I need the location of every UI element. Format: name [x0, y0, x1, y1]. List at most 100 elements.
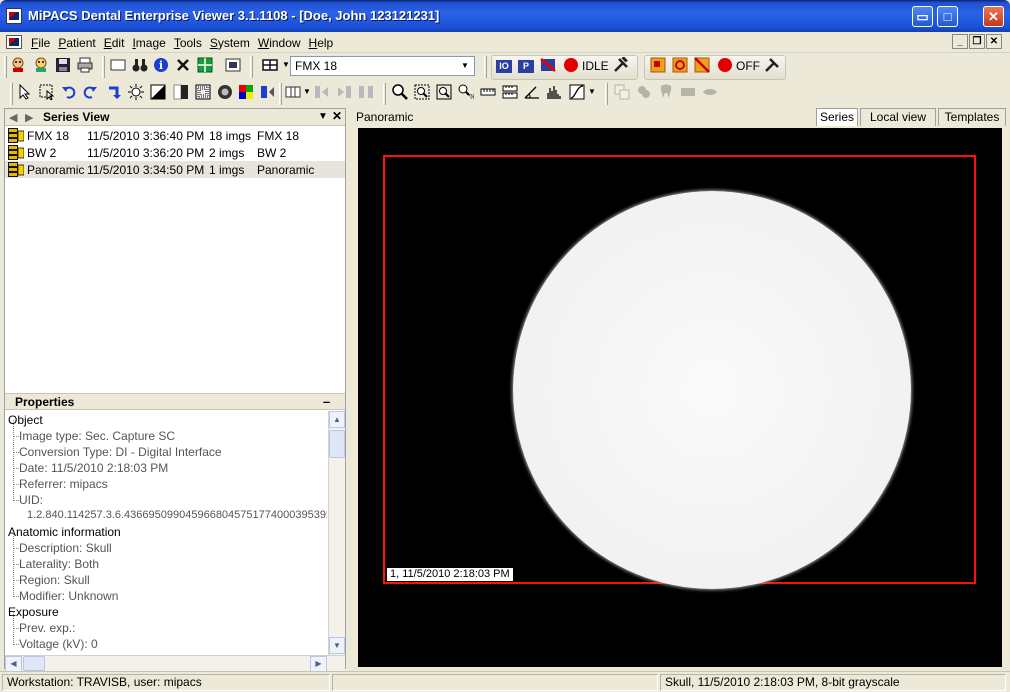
sensor-refresh-icon[interactable]	[672, 57, 688, 73]
toolbar-grip[interactable]	[4, 56, 7, 78]
columns-dropdown-arrow-icon[interactable]: ▼	[303, 87, 311, 96]
columns-icon[interactable]	[285, 84, 301, 100]
calibrate-icon[interactable]	[502, 84, 518, 100]
collapse-icon[interactable]: –	[323, 394, 330, 409]
grid-layout-icon[interactable]	[197, 57, 213, 73]
patient-search-icon[interactable]	[10, 57, 26, 73]
prop-group-anatomic[interactable]: Anatomic information	[8, 525, 121, 539]
sensor-tools-icon[interactable]	[764, 57, 780, 73]
invert-icon[interactable]	[173, 84, 189, 100]
toolbar-grip[interactable]	[279, 83, 282, 105]
tools-icon[interactable]	[613, 57, 629, 73]
tab-series[interactable]: Series	[816, 108, 858, 126]
series-menu-arrow-icon[interactable]: ▼	[318, 111, 328, 122]
image-viewport[interactable]: 1, 11/5/2010 2:18:03 PM	[358, 128, 1002, 667]
save-icon[interactable]	[55, 57, 71, 73]
zoom-fit-icon[interactable]	[436, 84, 452, 100]
title-bar[interactable]: MiPACS Dental Enterprise Viewer 3.1.1108…	[0, 0, 1010, 32]
last-image-icon[interactable]	[358, 84, 374, 100]
flip-icon[interactable]	[260, 84, 276, 100]
toolbar-grip[interactable]	[484, 56, 487, 78]
scroll-thumb[interactable]	[329, 430, 345, 458]
zoom-icon[interactable]	[392, 84, 408, 100]
pointer-icon[interactable]	[17, 84, 33, 100]
image-frame-icon[interactable]	[225, 57, 241, 73]
hscroll-thumb[interactable]	[23, 656, 45, 671]
scroll-up-icon[interactable]: ▲	[329, 411, 345, 428]
copy-icon[interactable]	[614, 84, 630, 100]
overlay-icon[interactable]	[636, 84, 652, 100]
color-map-icon[interactable]	[238, 84, 254, 100]
redo-icon[interactable]	[82, 84, 98, 100]
properties-horizontal-scrollbar[interactable]: ◀ ▶	[5, 655, 345, 672]
menu-image[interactable]: Image	[128, 36, 169, 50]
histogram-icon[interactable]	[546, 84, 562, 100]
mdi-minimize-button[interactable]: _	[952, 34, 968, 49]
chevron-down-icon[interactable]: ▼	[458, 59, 472, 73]
contrast-icon[interactable]	[150, 84, 166, 100]
sensor-disabled-icon[interactable]	[694, 57, 710, 73]
forward-arrow-icon[interactable]: ▶	[25, 111, 33, 124]
back-arrow-icon[interactable]: ◀	[9, 111, 17, 124]
layout-dropdown-arrow-icon[interactable]: ▼	[282, 60, 290, 69]
series-close-icon[interactable]: ✕	[332, 109, 342, 123]
tab-local-view[interactable]: Local view	[860, 108, 936, 126]
maximize-button[interactable]: □	[937, 6, 958, 27]
io-button[interactable]: IO	[496, 60, 512, 73]
filter-icon[interactable]	[217, 84, 233, 100]
delete-icon[interactable]	[175, 57, 191, 73]
scroll-right-icon[interactable]: ▶	[310, 656, 327, 672]
menu-system[interactable]: System	[206, 36, 254, 50]
window-icon[interactable]	[110, 57, 126, 73]
mdi-restore-button[interactable]: ❐	[969, 34, 985, 49]
app-icon[interactable]	[6, 8, 22, 24]
undo-icon[interactable]	[61, 84, 77, 100]
ruler-icon[interactable]	[480, 84, 496, 100]
menu-patient[interactable]: Patient	[54, 36, 99, 50]
sharpen-icon[interactable]	[195, 84, 211, 100]
pano-button[interactable]: P	[518, 60, 534, 73]
info-icon[interactable]: i	[153, 57, 169, 73]
menu-tools[interactable]: Tools	[170, 36, 206, 50]
zoom-actual-icon[interactable]: %	[458, 84, 474, 100]
toolbar-grip[interactable]	[102, 56, 105, 78]
series-row-panoramic[interactable]: Panoramic 11/5/2010 3:34:50 PM 1 imgs Pa…	[5, 161, 345, 178]
minimize-button[interactable]: ▭	[912, 6, 933, 27]
toolbar-grip[interactable]	[250, 56, 253, 78]
mdi-close-button[interactable]: ✕	[986, 34, 1002, 49]
disabled-sensor-icon[interactable]	[540, 57, 556, 73]
toolbar-grip[interactable]	[10, 83, 13, 105]
scroll-left-icon[interactable]: ◀	[5, 656, 22, 672]
brightness-icon[interactable]	[128, 84, 144, 100]
layout-icon[interactable]	[262, 57, 278, 73]
menu-help[interactable]: Help	[305, 36, 338, 50]
document-icon[interactable]	[6, 35, 22, 49]
properties-vertical-scrollbar[interactable]: ▲ ▼	[328, 411, 345, 655]
scroll-down-icon[interactable]: ▼	[329, 637, 345, 654]
selected-image-frame[interactable]: 1, 11/5/2010 2:18:03 PM	[383, 155, 976, 589]
curve-dropdown-arrow-icon[interactable]: ▼	[588, 87, 596, 96]
binoculars-icon[interactable]	[132, 57, 148, 73]
next-image-icon[interactable]	[336, 84, 352, 100]
angle-icon[interactable]	[524, 84, 540, 100]
sensor-capture-icon[interactable]	[650, 57, 666, 73]
dither-icon[interactable]	[680, 84, 696, 100]
menu-edit[interactable]: Edit	[100, 36, 129, 50]
toolbar-grip[interactable]	[383, 83, 386, 105]
zoom-region-icon[interactable]	[414, 84, 430, 100]
record-icon[interactable]	[563, 57, 579, 73]
curve-icon[interactable]	[569, 84, 585, 100]
prev-image-icon[interactable]	[314, 84, 330, 100]
close-button[interactable]: ✕	[983, 6, 1004, 27]
series-row-fmx18[interactable]: FMX 18 11/5/2010 3:36:40 PM 18 imgs FMX …	[5, 127, 345, 144]
lips-icon[interactable]	[702, 84, 718, 100]
toolbar-grip[interactable]	[605, 83, 608, 105]
sensor-record-icon[interactable]	[717, 57, 733, 73]
menu-file[interactable]: File	[27, 36, 54, 50]
rotate-icon[interactable]	[107, 84, 123, 100]
print-icon[interactable]	[77, 57, 93, 73]
menu-window[interactable]: Window	[254, 36, 305, 50]
tab-templates[interactable]: Templates	[938, 108, 1006, 126]
series-row-bw2[interactable]: BW 2 11/5/2010 3:36:20 PM 2 imgs BW 2	[5, 144, 345, 161]
template-combo[interactable]: FMX 18 ▼	[290, 56, 475, 76]
